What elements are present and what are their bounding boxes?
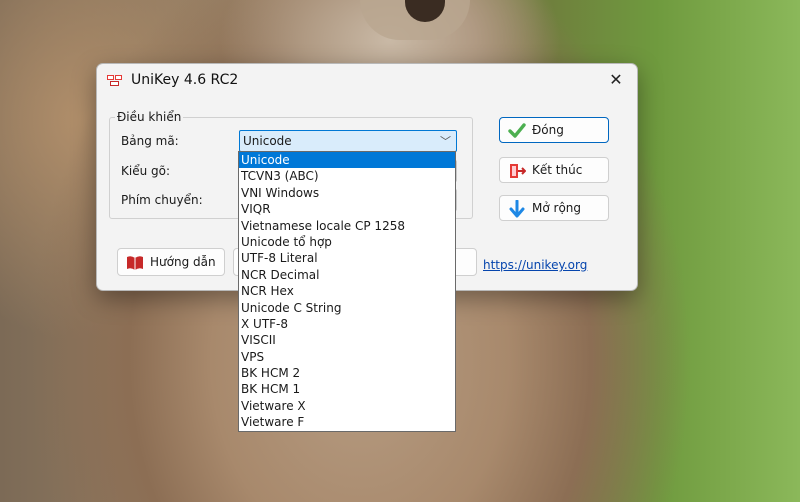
charset-dropdown-list[interactable]: Unicode TCVN3 (ABC) VNI Windows VIQR Vietnam…: [238, 151, 456, 432]
chevron-down-icon: ﹀: [440, 135, 451, 148]
input-method-label: Kiểu gõ:: [121, 164, 171, 178]
charset-option[interactable]: VNI Windows: [239, 185, 455, 201]
close-button[interactable]: Đóng: [499, 117, 609, 143]
arrow-down-icon: [509, 200, 525, 218]
book-icon: [127, 256, 143, 270]
charset-select[interactable]: Unicode ﹀: [239, 130, 457, 152]
charset-option[interactable]: BK HCM 2: [239, 365, 455, 381]
charset-option[interactable]: UTF-8 Literal: [239, 250, 455, 266]
charset-select-value: Unicode: [243, 134, 292, 148]
charset-option[interactable]: NCR Hex: [239, 283, 455, 299]
charset-options: Unicode TCVN3 (ABC) VNI Windows VIQR Vietnam…: [239, 152, 455, 431]
checkmark-icon: [508, 123, 526, 138]
charset-option[interactable]: X UTF-8: [239, 316, 455, 332]
charset-option[interactable]: VPS: [239, 349, 455, 365]
exit-button[interactable]: Kết thúc: [499, 157, 609, 183]
help-button[interactable]: Hướng dẫn: [117, 248, 225, 276]
expand-button[interactable]: Mở rộng: [499, 195, 609, 221]
charset-option[interactable]: Vietnamese locale CP 1258: [239, 218, 455, 234]
window-title: UniKey 4.6 RC2: [131, 72, 239, 88]
charset-option[interactable]: Unicode: [239, 152, 455, 169]
charset-option[interactable]: Unicode C String: [239, 300, 455, 316]
close-icon: ✕: [609, 70, 623, 89]
unikey-keyboard-icon: [107, 75, 122, 86]
title-bar[interactable]: UniKey 4.6 RC2 ✕: [97, 64, 637, 96]
charset-option[interactable]: NCR Decimal: [239, 267, 455, 283]
help-button-label: Hướng dẫn: [150, 255, 216, 269]
group-label: Điều khiển: [115, 110, 184, 124]
close-button-label: Đóng: [532, 123, 564, 137]
exit-button-label: Kết thúc: [532, 163, 583, 177]
charset-option[interactable]: BK HCM 1: [239, 381, 455, 397]
charset-label: Bảng mã:: [121, 134, 179, 148]
close-window-button[interactable]: ✕: [603, 68, 629, 92]
charset-option[interactable]: VIQR: [239, 201, 455, 217]
charset-option[interactable]: VISCII: [239, 332, 455, 348]
switch-key-label: Phím chuyển:: [121, 193, 203, 207]
charset-option[interactable]: Vietware X: [239, 398, 455, 414]
website-link[interactable]: https://unikey.org: [483, 258, 587, 272]
exit-door-icon: [510, 164, 526, 178]
expand-button-label: Mở rộng: [532, 201, 582, 215]
charset-option[interactable]: TCVN3 (ABC): [239, 168, 455, 184]
charset-option[interactable]: Vietware F: [239, 414, 455, 430]
charset-option[interactable]: Unicode tổ hợp: [239, 234, 455, 250]
